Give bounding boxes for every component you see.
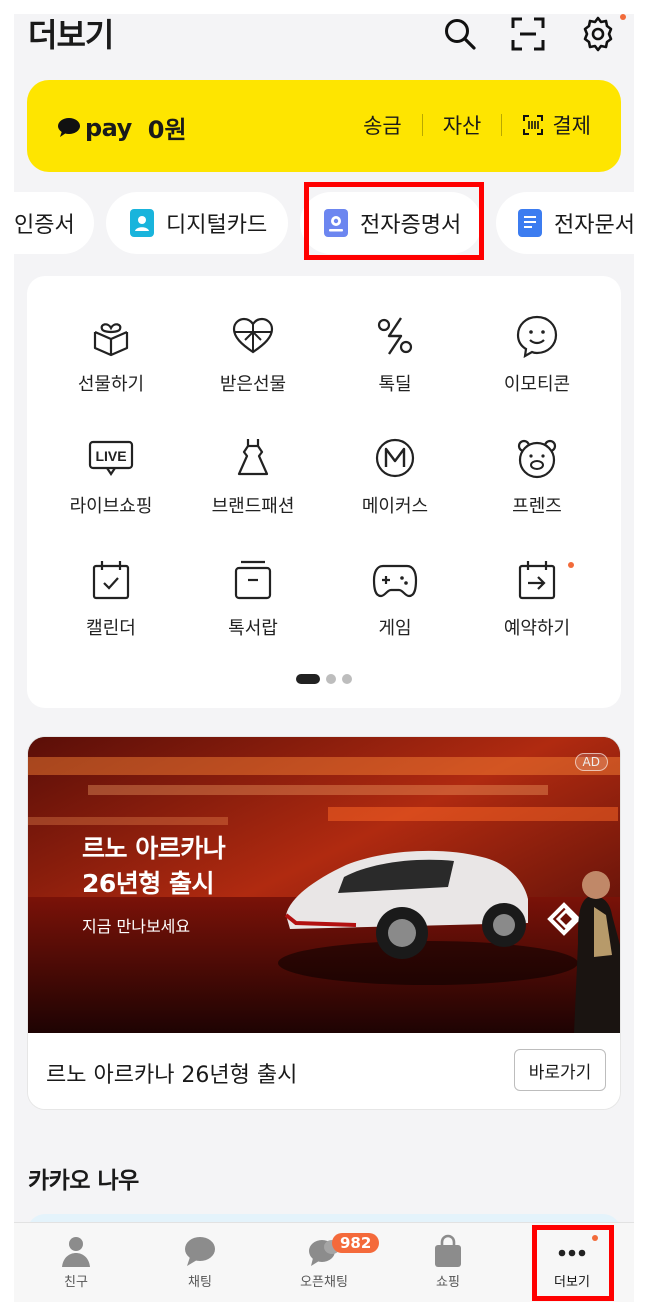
svg-text:LIVE: LIVE <box>95 448 126 464</box>
unread-badge: 982 <box>332 1233 380 1253</box>
shopping-bag-icon <box>435 1234 461 1267</box>
payment-code-icon <box>523 115 544 135</box>
grid-label: 프렌즈 <box>512 496 562 517</box>
notification-dot <box>620 14 626 20</box>
section-title: 카카오 나우 <box>28 1168 139 1194</box>
highlight-box <box>532 1225 614 1301</box>
tab-label: 쇼핑 <box>436 1275 460 1290</box>
grid-item-talkdeal[interactable]: 톡딜 <box>321 314 469 396</box>
pay-bubble-icon <box>58 117 80 137</box>
bottom-tab-bar: 친구 채팅 오픈채팅 982 쇼핑 더보기 <box>14 1222 634 1302</box>
talkdeal-icon <box>377 317 413 355</box>
tab-label: 오픈채팅 <box>300 1275 348 1290</box>
feature-grid: 선물하기 받은선물 톡딜 이모티콘 LIVE 라이브쇼핑 브랜드패션 메이커스 <box>27 276 621 708</box>
pay-logo: pay 0원 <box>57 110 187 145</box>
calendar-icon <box>92 561 130 600</box>
grid-label: 예약하기 <box>503 618 571 639</box>
ad-footer: 르노 아르카나 26년형 출시 바로가기 <box>28 1033 620 1109</box>
page-title: 더보기 <box>28 16 114 54</box>
grid-label: 이모티콘 <box>503 374 571 395</box>
settings-gear-icon[interactable] <box>580 16 616 52</box>
grid-item-received-gift[interactable]: 받은선물 <box>179 314 327 396</box>
grid-item-drawer[interactable]: 톡서랍 <box>179 558 327 640</box>
pay-balance[interactable]: 0원 <box>148 110 187 145</box>
grid-label: 톡딜 <box>378 374 412 395</box>
page-dot[interactable] <box>342 674 352 684</box>
grid-item-reservation[interactable]: 예약하기 <box>463 558 611 640</box>
gift-icon <box>93 323 129 357</box>
grid-item-live-shopping[interactable]: LIVE 라이브쇼핑 <box>37 436 185 518</box>
chip-label: 전자문서 <box>554 213 634 238</box>
ad-headline: 르노 아르카나 26년형 출시 <box>82 834 226 898</box>
header: 더보기 <box>14 14 634 80</box>
ad-title: 르노 아르카나 26년형 출시 <box>46 1063 298 1088</box>
grid-item-brand-fashion[interactable]: 브랜드패션 <box>179 436 327 518</box>
kakao-pay-card[interactable]: pay 0원 송금 자산 결제 <box>27 80 621 172</box>
grid-label: 게임 <box>378 618 412 639</box>
ad-badge: AD <box>574 753 608 771</box>
grid-item-calendar[interactable]: 캘린더 <box>37 558 185 640</box>
drawer-icon <box>234 560 272 600</box>
friends-icon <box>517 439 557 479</box>
grid-label: 브랜드패션 <box>211 496 295 517</box>
tab-label: 친구 <box>64 1275 88 1290</box>
ad-banner-image[interactable]: 르노 아르카나 26년형 출시 지금 만나보세요 AD <box>28 737 620 1033</box>
grid-item-game[interactable]: 게임 <box>321 558 469 640</box>
received-gift-icon <box>232 317 274 354</box>
grid-label: 받은선물 <box>219 374 287 395</box>
ad-subtitle: 지금 만나보세요 <box>82 917 191 936</box>
e-document-icon <box>518 209 542 237</box>
tab-chats[interactable]: 채팅 <box>138 1233 262 1290</box>
scan-icon[interactable] <box>510 16 546 52</box>
divider <box>421 114 423 136</box>
tab-open-chat[interactable]: 오픈채팅 982 <box>262 1233 386 1290</box>
ad-card[interactable]: 르노 아르카나 26년형 출시 지금 만나보세요 AD 르노 아르카나 26년형… <box>27 736 621 1110</box>
chip-e-document[interactable]: 전자문서 <box>496 192 634 254</box>
live-icon: LIVE <box>88 440 134 476</box>
ad-go-button[interactable]: 바로가기 <box>514 1049 606 1091</box>
divider <box>501 114 503 136</box>
dress-icon <box>237 439 269 476</box>
payment-button[interactable]: 결제 <box>552 110 591 140</box>
chip-certificate[interactable]: 인증서 <box>14 192 94 254</box>
grid-label: 메이커스 <box>361 496 429 517</box>
app-screen: 더보기 pay 0원 송금 자산 결제 인증서 디지털카드 전자증명서 전자문서… <box>14 14 634 1302</box>
grid-item-friends[interactable]: 프렌즈 <box>463 436 611 518</box>
new-dot <box>568 562 574 568</box>
search-icon[interactable] <box>442 16 478 52</box>
tab-friends[interactable]: 친구 <box>14 1233 138 1290</box>
id-card-icon <box>130 209 154 237</box>
grid-label: 선물하기 <box>77 374 145 395</box>
grid-item-gift[interactable]: 선물하기 <box>37 314 185 396</box>
grid-label: 톡서랍 <box>228 618 278 639</box>
person-icon <box>62 1237 90 1267</box>
grid-item-emoticon[interactable]: 이모티콘 <box>463 314 611 396</box>
pay-label: pay <box>85 113 132 142</box>
grid-label: 캘린더 <box>86 618 136 639</box>
grid-pager <box>27 674 621 684</box>
tab-shopping[interactable]: 쇼핑 <box>386 1233 510 1290</box>
tab-label: 채팅 <box>188 1275 212 1290</box>
makers-icon <box>375 438 415 478</box>
emoticon-icon <box>516 315 558 358</box>
pay-actions: 송금 자산 결제 <box>363 110 591 140</box>
quick-chips: 인증서 디지털카드 전자증명서 전자문서 <box>14 182 634 260</box>
chip-label: 인증서 <box>14 213 75 238</box>
chip-label: 디지털카드 <box>166 213 268 238</box>
gamepad-icon <box>372 564 418 598</box>
page-dot[interactable] <box>326 674 336 684</box>
grid-label: 라이브쇼핑 <box>69 496 153 517</box>
page-dot-active[interactable] <box>296 674 320 684</box>
chip-digital-card[interactable]: 디지털카드 <box>106 192 288 254</box>
assets-button[interactable]: 자산 <box>443 110 482 140</box>
transfer-button[interactable]: 송금 <box>363 110 402 140</box>
grid-item-makers[interactable]: 메이커스 <box>321 436 469 518</box>
reservation-icon <box>518 561 556 600</box>
chat-bubble-icon <box>185 1237 215 1266</box>
highlight-box <box>304 182 484 260</box>
